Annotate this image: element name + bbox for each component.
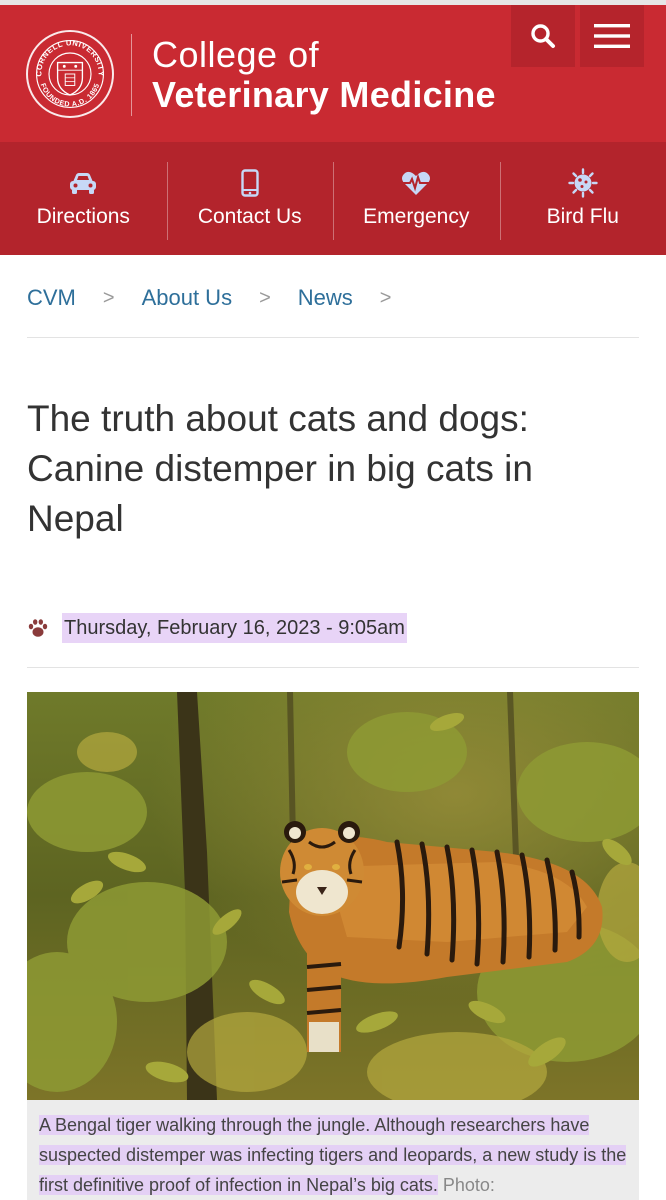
quick-nav-contact[interactable]: Contact Us [166, 142, 334, 255]
quick-nav-emergency[interactable]: Emergency [333, 142, 500, 255]
photo-caption: A Bengal tiger walking through the jungl… [27, 1100, 639, 1200]
svg-text:CORNELL UNIVERSITY: CORNELL UNIVERSITY [34, 38, 105, 76]
breadcrumb-about-us[interactable]: About Us [142, 285, 233, 311]
quick-nav-label: Bird Flu [546, 204, 619, 228]
car-icon [68, 169, 98, 197]
quick-nav-directions[interactable]: Directions [0, 142, 167, 255]
quick-nav-bar: Directions Contact Us Emergency Bird Flu [0, 142, 666, 255]
hamburger-menu-icon [594, 24, 630, 48]
breadcrumb-separator: > [379, 286, 392, 309]
breadcrumb-news[interactable]: News [298, 285, 353, 311]
caption-credit: Photo: [442, 1175, 495, 1195]
site-header: CORNELL UNIVERSITY FOUNDED A.D. 1865 Col… [0, 0, 666, 142]
caption-text: A Bengal tiger walking through the jungl… [39, 1115, 627, 1195]
seal-text-top: CORNELL UNIVERSITY [34, 38, 105, 76]
virus-icon [568, 167, 598, 198]
cornell-seal-logo[interactable]: CORNELL UNIVERSITY FOUNDED A.D. 1865 [26, 30, 114, 118]
quick-nav-label: Directions [36, 204, 130, 228]
header-divider [131, 34, 132, 116]
paw-icon [28, 619, 48, 637]
tiger-photo-illustration [27, 692, 639, 1100]
quick-nav-label: Contact Us [197, 204, 302, 228]
menu-button[interactable] [580, 5, 644, 67]
article-photo[interactable] [27, 692, 639, 1100]
article-dateline: Thursday, February 16, 2023 - 9:05am [27, 612, 407, 644]
breadcrumb-divider [27, 337, 639, 338]
phone-icon [241, 168, 259, 197]
heartbeat-icon [401, 169, 431, 197]
breadcrumb-separator: > [102, 286, 115, 309]
quick-nav-bird-flu[interactable]: Bird Flu [499, 142, 666, 255]
date-divider [27, 667, 639, 668]
article-title: The truth about cats and dogs: Canine di… [27, 398, 533, 539]
search-icon [531, 24, 555, 48]
article-date: Thursday, February 16, 2023 - 9:05am [62, 613, 407, 643]
breadcrumb: CVM > About Us > News > [27, 282, 639, 314]
breadcrumb-cvm[interactable]: CVM [27, 285, 76, 311]
site-title-line2[interactable]: Veterinary Medicine [152, 74, 496, 116]
quick-nav-label: Emergency [363, 204, 470, 228]
search-button[interactable] [511, 5, 575, 67]
breadcrumb-separator: > [259, 286, 271, 309]
site-title-line1[interactable]: College of [152, 34, 319, 76]
